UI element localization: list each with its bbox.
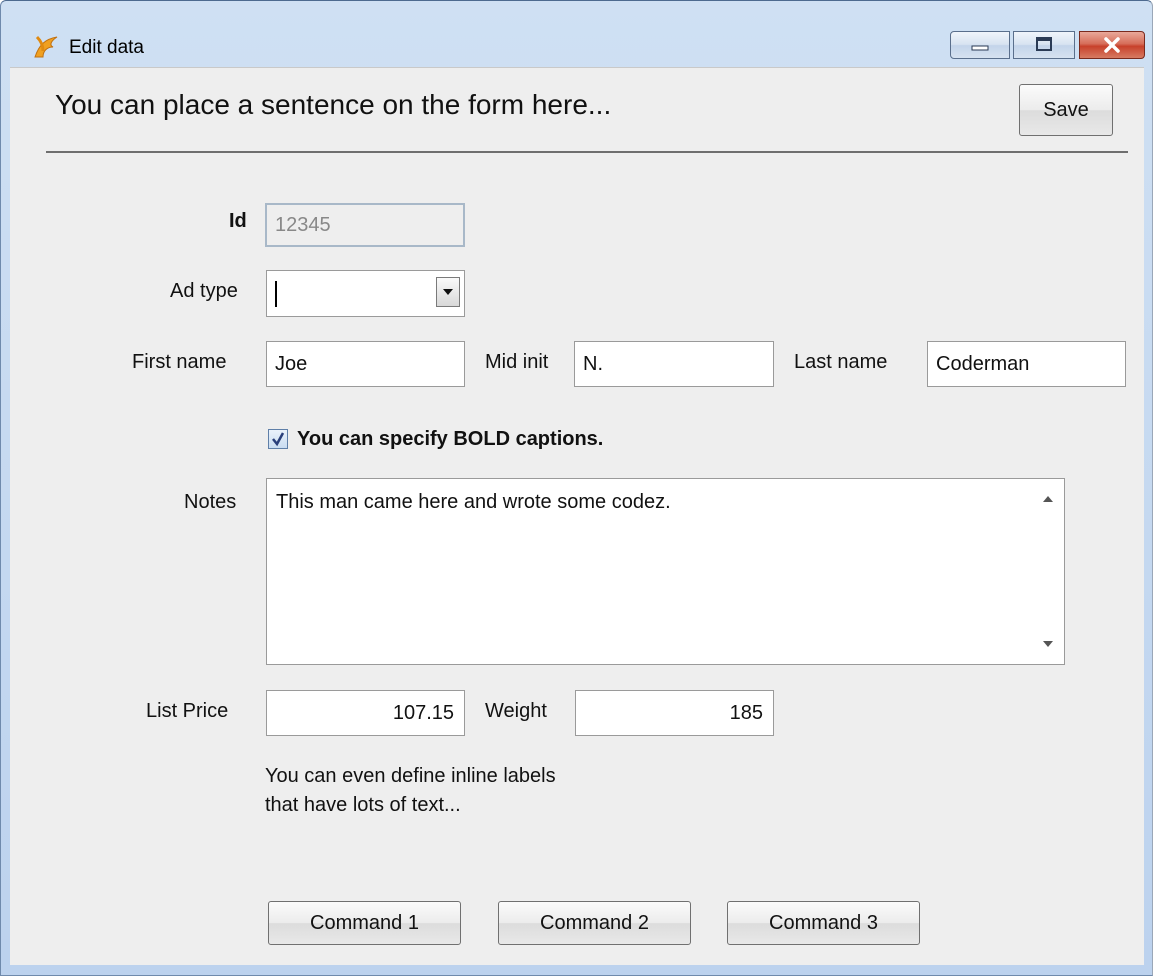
list-price-label: List Price (146, 700, 229, 722)
scroll-down-icon[interactable] (1042, 640, 1054, 648)
notes-label: Notes (184, 491, 237, 513)
mid-init-value: N. (583, 352, 603, 375)
id-value: 12345 (275, 213, 331, 236)
title-bar[interactable]: Edit data (1, 1, 1152, 59)
mid-init-label: Mid init (485, 351, 549, 373)
weight-value: 185 (729, 701, 763, 724)
bold-captions-label[interactable]: You can specify BOLD captions. (297, 428, 603, 451)
form-body: You can place a sentence on the form her… (10, 67, 1144, 965)
dropdown-button[interactable] (436, 277, 460, 307)
maximize-icon (1036, 37, 1052, 51)
weight-label: Weight (485, 700, 547, 722)
inline-label-line1: You can even define inline labels (265, 765, 556, 787)
bold-captions-checkbox[interactable] (268, 429, 288, 449)
mid-init-field[interactable]: N. (574, 341, 774, 387)
command-3-button[interactable]: Command 3 (727, 901, 920, 945)
window-title: Edit data (69, 37, 144, 58)
minimize-icon (971, 45, 989, 51)
maximize-button[interactable] (1013, 31, 1075, 59)
weight-field[interactable]: 185 (575, 690, 774, 736)
save-button[interactable]: Save (1019, 84, 1113, 136)
inline-label-line2: that have lots of text... (265, 794, 461, 816)
close-icon (1104, 37, 1120, 53)
inline-label: You can even define inline labels that h… (265, 762, 556, 820)
notes-textarea[interactable]: This man came here and wrote some codez. (266, 478, 1065, 665)
id-field: 12345 (265, 203, 465, 247)
header-divider (46, 151, 1128, 153)
last-name-label: Last name (794, 351, 888, 373)
last-name-field[interactable]: Coderman (927, 341, 1126, 387)
first-name-field[interactable]: Joe (266, 341, 465, 387)
notes-value: This man came here and wrote some codez. (276, 491, 671, 513)
app-window: Edit data You can place a sentence on th… (0, 0, 1153, 976)
scroll-up-icon[interactable] (1042, 495, 1054, 503)
minimize-button[interactable] (950, 31, 1010, 59)
header-sentence: You can place a sentence on the form her… (55, 89, 612, 120)
command-1-button[interactable]: Command 1 (268, 901, 461, 945)
checkmark-icon (272, 432, 285, 447)
text-cursor (275, 281, 277, 307)
id-label: Id (229, 210, 247, 232)
first-name-label: First name (132, 351, 227, 373)
last-name-value: Coderman (936, 352, 1030, 375)
notes-scrollbar[interactable] (1032, 479, 1064, 664)
app-logo-icon (34, 35, 58, 58)
command-2-button[interactable]: Command 2 (498, 901, 691, 945)
list-price-value: 107.15 (392, 701, 454, 724)
first-name-value: Joe (275, 352, 308, 375)
ad-type-select[interactable] (266, 270, 465, 317)
list-price-field[interactable]: 107.15 (266, 690, 465, 736)
dropdown-arrow-icon (443, 289, 453, 295)
ad-type-label: Ad type (170, 280, 238, 302)
close-button[interactable] (1079, 31, 1145, 59)
